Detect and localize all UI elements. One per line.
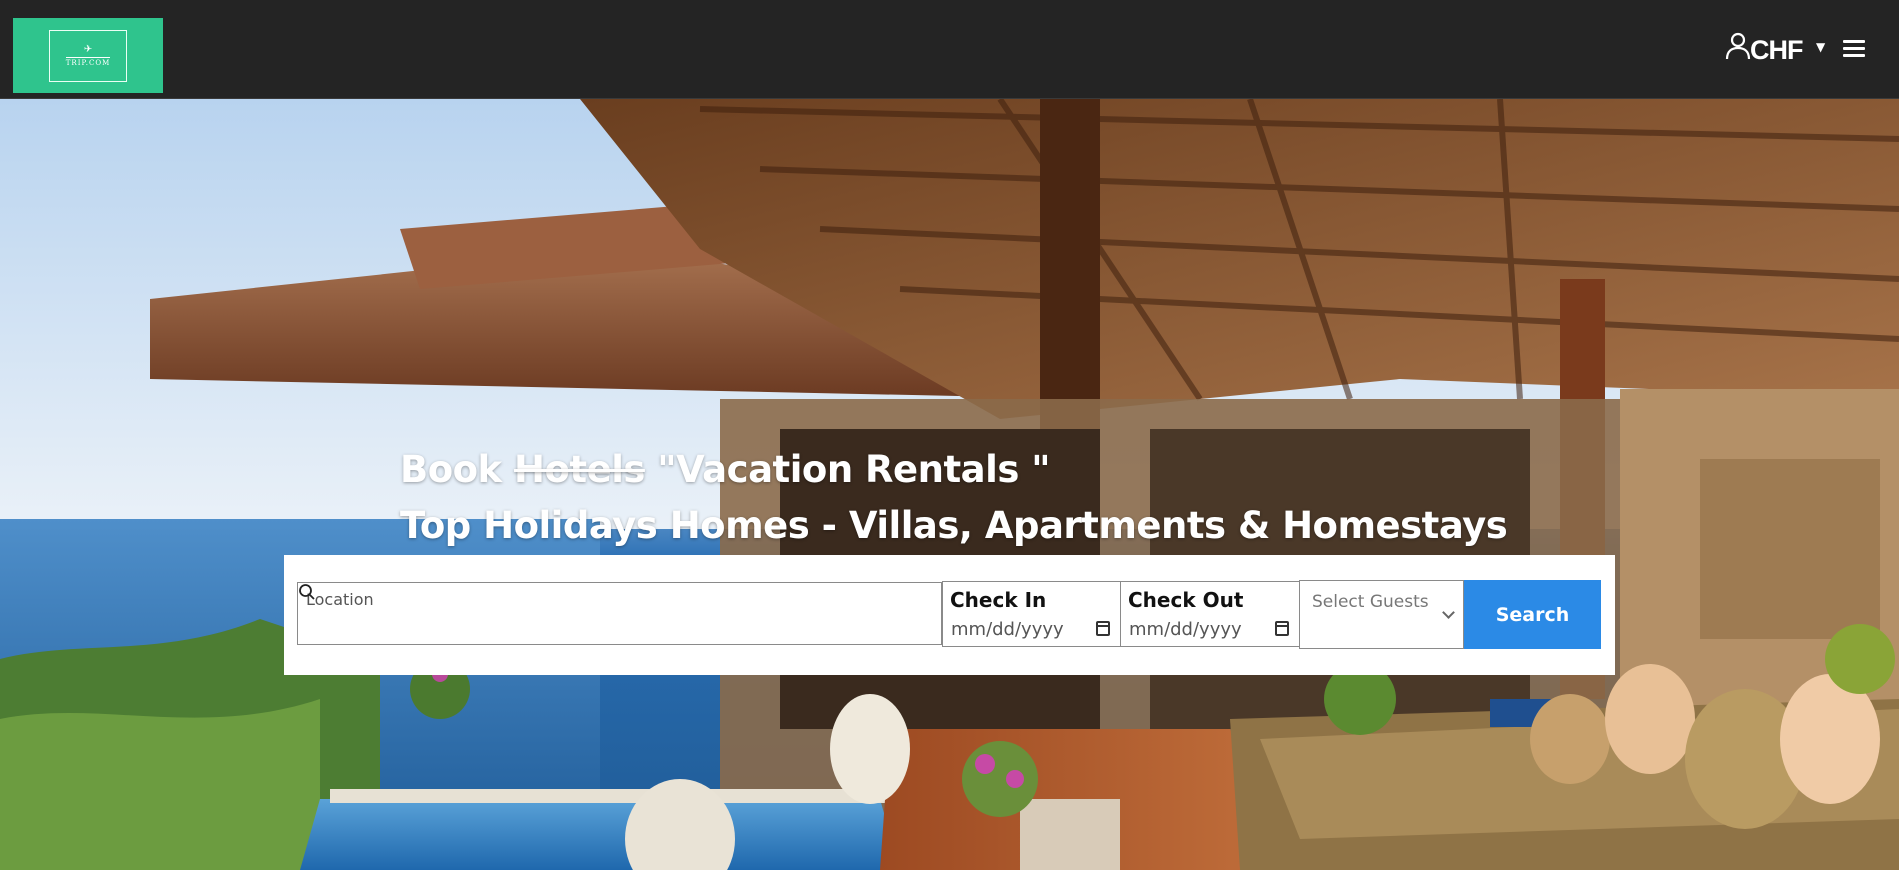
logo-text: TRIP.COM xyxy=(65,56,111,67)
checkin-label: Check In xyxy=(950,588,1047,612)
calendar-icon[interactable] xyxy=(1096,621,1110,636)
headline-prefix: Book xyxy=(400,448,515,491)
hero-subheadline: Top Holidays Homes - Villas, Apartments … xyxy=(400,504,1508,547)
guests-select[interactable]: Select Guests xyxy=(1299,580,1464,649)
top-navbar: ✈ TRIP.COM CHF ▼ xyxy=(0,0,1899,99)
site-logo[interactable]: ✈ TRIP.COM xyxy=(13,18,163,93)
guests-placeholder: Select Guests xyxy=(1312,592,1429,612)
hero-banner: Book Hotels "Vacation Rentals " Top Holi… xyxy=(0,99,1899,870)
chevron-down-icon[interactable]: ▼ xyxy=(1816,40,1825,54)
headline-struck-word: Hotels xyxy=(514,448,645,491)
location-field[interactable]: Location xyxy=(297,582,942,645)
menu-icon[interactable] xyxy=(1843,40,1865,58)
user-icon[interactable] xyxy=(1725,32,1751,60)
search-icon xyxy=(299,584,315,600)
hero-headline: Book Hotels "Vacation Rentals " xyxy=(400,448,1051,491)
currency-selector[interactable]: CHF xyxy=(1750,35,1803,66)
location-input[interactable] xyxy=(332,613,932,639)
calendar-icon[interactable] xyxy=(1275,621,1289,636)
search-button[interactable]: Search xyxy=(1464,580,1601,649)
headline-rest: "Vacation Rentals " xyxy=(644,448,1050,491)
logo-mark: ✈ TRIP.COM xyxy=(49,29,127,82)
location-label: Location xyxy=(306,590,374,609)
search-panel: Location Check In mm/dd/yyyy Check Out m… xyxy=(284,555,1615,675)
logo-bird-icon: ✈ xyxy=(83,43,93,55)
chevron-down-icon xyxy=(1442,606,1455,619)
checkin-date-input[interactable]: mm/dd/yyyy xyxy=(951,619,1064,640)
checkin-field[interactable]: Check In mm/dd/yyyy xyxy=(942,581,1121,647)
checkout-date-input[interactable]: mm/dd/yyyy xyxy=(1129,619,1242,640)
checkout-label: Check Out xyxy=(1128,588,1244,612)
checkout-field[interactable]: Check Out mm/dd/yyyy xyxy=(1120,581,1300,647)
